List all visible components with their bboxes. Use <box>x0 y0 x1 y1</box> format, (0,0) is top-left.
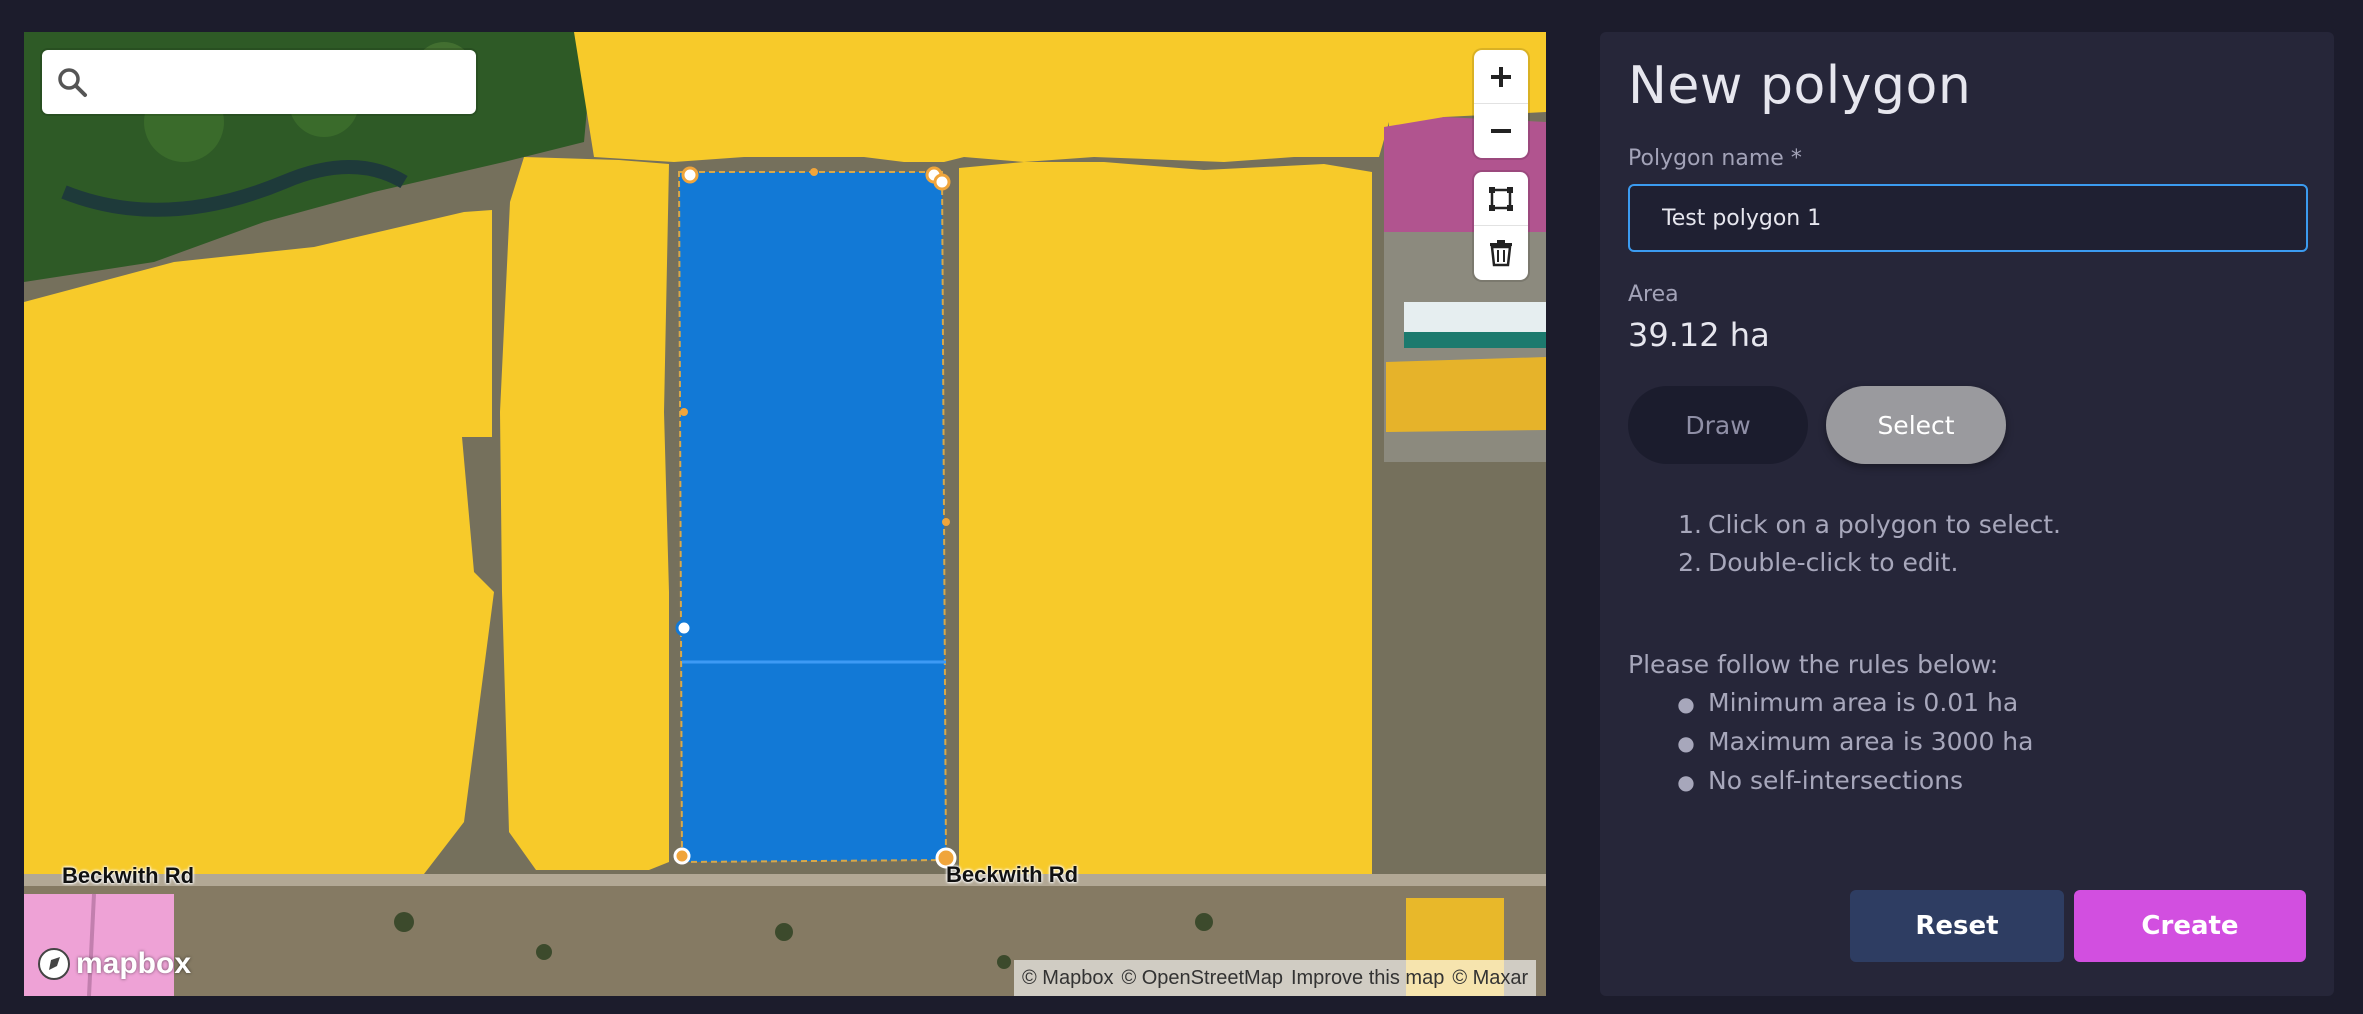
zoom-out-button[interactable] <box>1474 104 1528 158</box>
attribution-maxar-link[interactable]: © Maxar <box>1452 967 1528 990</box>
reset-button[interactable]: Reset <box>1850 890 2064 962</box>
list-item-text: No self-intersections <box>1708 766 1964 795</box>
mapbox-logo-text: mapbox <box>76 947 192 980</box>
road-label: Beckwith Rd <box>62 863 195 888</box>
list-item-text: Maximum area is 3000 ha <box>1708 727 2034 756</box>
list-item: 1. Click on a polygon to select. <box>1670 506 2061 544</box>
list-item: ● Maximum area is 3000 ha <box>1670 723 2033 762</box>
map-search-input[interactable] <box>100 50 464 116</box>
delete-polygon-button[interactable] <box>1474 226 1528 280</box>
mapbox-logo[interactable]: mapbox <box>36 946 191 982</box>
attribution-osm-link[interactable]: © OpenStreetMap <box>1121 967 1282 990</box>
list-number: 1. <box>1678 510 1702 539</box>
list-item: ● No self-intersections <box>1670 762 2033 801</box>
list-item: ● Minimum area is 0.01 ha <box>1670 684 2033 723</box>
draw-polygon-button[interactable] <box>1474 172 1528 226</box>
rules-list: ● Minimum area is 0.01 ha ● Maximum area i… <box>1670 684 2033 801</box>
road-label: Beckwith Rd <box>946 862 1079 887</box>
attribution-mapbox-link[interactable]: © Mapbox <box>1022 967 1113 990</box>
select-mode-button[interactable]: Select <box>1826 386 2006 464</box>
search-icon <box>58 68 87 97</box>
instructions-list: 1. Click on a polygon to select. 2. Double… <box>1670 506 2061 582</box>
create-button[interactable]: Create <box>2074 890 2306 962</box>
mapbox-logo-icon <box>38 948 70 980</box>
attribution-improve-link[interactable]: Improve this map <box>1291 967 1444 990</box>
rules-heading: Please follow the rules below: <box>1628 650 1999 679</box>
bullet-icon: ● <box>1677 731 1695 755</box>
list-item-text: Double-click to edit. <box>1708 548 1959 577</box>
zoom-in-button[interactable] <box>1474 50 1528 104</box>
bullet-icon: ● <box>1677 692 1695 716</box>
map-attribution: © Mapbox © OpenStreetMap Improve this ma… <box>1014 960 1537 996</box>
new-polygon-panel: New polygon Polygon name * Area 39.12 ha… <box>1600 32 2334 996</box>
polygon-tool-icon <box>1489 186 1513 211</box>
map-canvas[interactable]: Beckwith Rd Beckwith Rd mapbox © Mapbox … <box>24 32 1546 996</box>
panel-title: New polygon <box>1628 56 1972 116</box>
zoom-out-icon <box>1491 129 1511 133</box>
map-search-box[interactable] <box>42 50 476 116</box>
list-item-text: Click on a polygon to select. <box>1708 510 2062 539</box>
zoom-in-icon <box>1491 66 1511 87</box>
polygon-name-label: Polygon name * <box>1628 146 1802 171</box>
satellite-map[interactable] <box>24 32 1546 996</box>
draw-mode-button[interactable]: Draw <box>1628 386 1808 464</box>
area-value: 39.12 ha <box>1628 316 1770 354</box>
draw-controls <box>1474 172 1528 280</box>
bullet-icon: ● <box>1677 770 1695 794</box>
polygon-name-input[interactable] <box>1628 184 2308 252</box>
list-number: 2. <box>1678 548 1702 577</box>
trash-icon <box>1490 240 1512 267</box>
list-item-text: Minimum area is 0.01 ha <box>1708 688 2019 717</box>
area-label: Area <box>1628 282 1679 307</box>
zoom-controls <box>1474 50 1528 158</box>
list-item: 2. Double-click to edit. <box>1670 544 2061 582</box>
